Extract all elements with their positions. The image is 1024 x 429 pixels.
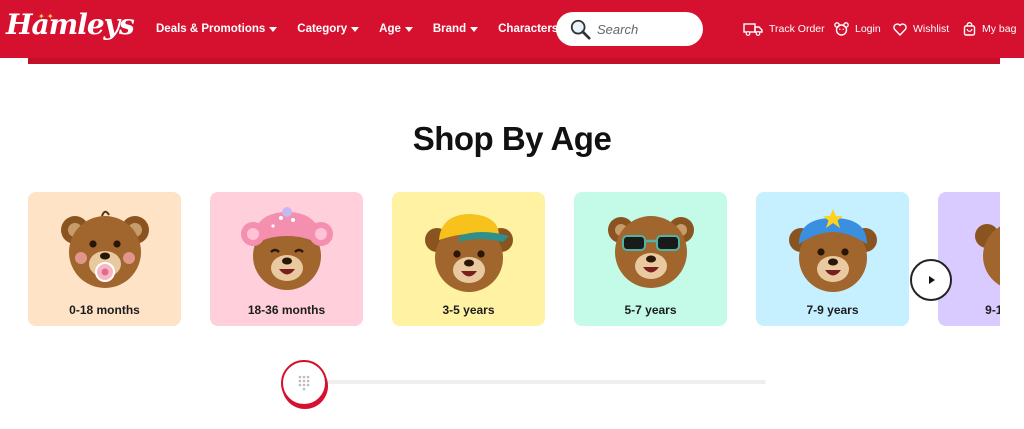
nav-deals-promotions[interactable]: Deals & Promotions: [156, 23, 278, 35]
nav-label: Brand: [432, 23, 467, 35]
track-order-link[interactable]: Track Order: [743, 0, 825, 58]
age-card-label: 7-9 years: [806, 303, 859, 317]
bag-link[interactable]: My bag: [963, 0, 1016, 58]
bear-partial-icon: [974, 224, 1000, 286]
logo-text: Hamleys: [6, 8, 135, 41]
chevron-right-icon: [929, 276, 935, 284]
wishlist-label: Wishlist: [913, 23, 950, 35]
grip-dots-icon: [298, 375, 310, 391]
carousel-next-button[interactable]: [910, 259, 952, 301]
nav-label: Characters: [498, 23, 559, 35]
age-card-0-18-months[interactable]: 0-18 months: [28, 192, 181, 326]
age-card-label: 3-5 years: [442, 303, 495, 317]
bear-icon: [834, 22, 849, 36]
carousel-scroll-thumb[interactable]: [281, 360, 327, 406]
age-card-9-12-years[interactable]: 9-12 years: [938, 192, 1000, 326]
age-card-7-9-years[interactable]: 7-9 years: [756, 192, 909, 326]
caret-down-icon: [404, 26, 413, 32]
main-nav: Deals & Promotions Category Age Brand Ch…: [156, 0, 590, 58]
nav-age[interactable]: Age: [379, 23, 413, 35]
age-card-5-7-years[interactable]: 5-7 years: [574, 192, 727, 326]
age-carousel: 0-18 months 18-36 months 3-5 years 5-7 y…: [0, 192, 1000, 326]
nav-label: Deals & Promotions: [156, 23, 266, 35]
heart-icon: [893, 22, 907, 36]
hamleys-logo[interactable]: Hamleys ✦ ✦: [4, 6, 135, 50]
age-card-label: 5-7 years: [624, 303, 677, 317]
nav-label: Age: [379, 23, 401, 35]
bear-sunglasses-icon: [607, 216, 694, 288]
bear-star-cap-icon: [788, 209, 877, 292]
caret-down-icon: [470, 26, 479, 32]
bear-pink-cap-icon: [240, 207, 333, 290]
wishlist-link[interactable]: Wishlist: [893, 0, 949, 58]
age-card-18-36-months[interactable]: 18-36 months: [210, 192, 363, 326]
nav-brand[interactable]: Brand: [432, 23, 479, 35]
header-shadow-band: [28, 58, 1000, 64]
nav-label: Category: [297, 23, 348, 35]
bear-yellow-cap-icon: [424, 214, 513, 292]
login-link[interactable]: Login: [834, 0, 881, 58]
bear-pacifier-icon: [60, 210, 149, 288]
track-order-label: Track Order: [769, 23, 825, 35]
truck-icon: [743, 23, 763, 36]
bag-label: My bag: [982, 23, 1017, 35]
site-header: Hamleys ✦ ✦ Deals & Promotions Category …: [0, 0, 1024, 58]
age-card-label: 18-36 months: [247, 303, 326, 317]
search-input[interactable]: [597, 21, 697, 37]
age-card-label: 0-18 months: [69, 303, 140, 317]
caret-down-icon: [351, 26, 360, 32]
caret-down-icon: [269, 26, 278, 32]
age-card-3-5-years[interactable]: 3-5 years: [392, 192, 545, 326]
shopping-bag-icon: [963, 22, 976, 36]
login-label: Login: [855, 23, 881, 35]
carousel-scroll-track[interactable]: [300, 380, 766, 384]
section-title: Shop By Age: [412, 120, 612, 157]
logo-stars-icon: ✦ ✦: [38, 12, 54, 21]
search-icon[interactable]: [569, 18, 591, 40]
age-card-label: 9-12 years: [985, 303, 1000, 317]
nav-category[interactable]: Category: [297, 23, 360, 35]
search-bar: [556, 12, 703, 46]
